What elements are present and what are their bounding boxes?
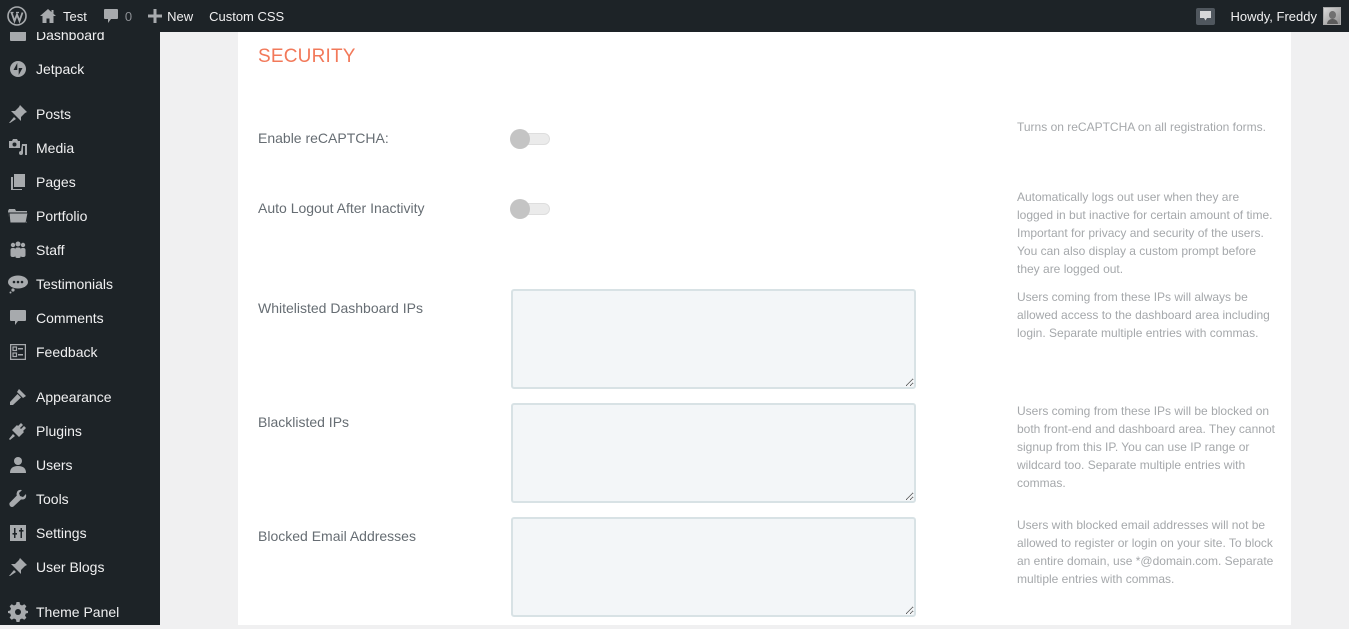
comments-count: 0 <box>124 8 133 24</box>
admin-bar: Test 0 New Custom CSS Howdy, Freddy <box>0 0 1349 32</box>
toggle-knob <box>510 129 530 149</box>
wrench-icon <box>0 489 36 509</box>
sidebar-item-portfolio[interactable]: Portfolio <box>0 199 160 233</box>
pin-icon <box>0 557 36 577</box>
sidebar-item-tools[interactable]: Tools <box>0 482 160 516</box>
jetpack-icon <box>0 60 36 78</box>
folder-icon <box>0 207 36 225</box>
comment-icon <box>0 309 36 327</box>
notifications-button[interactable] <box>1195 7 1215 25</box>
blocked-emails-textarea[interactable] <box>511 517 916 617</box>
sidebar-item-media[interactable]: Media <box>0 131 160 165</box>
new-label: New <box>167 8 194 24</box>
auto-logout-label: Auto Logout After Inactivity <box>258 200 425 216</box>
speech-bubble-icon <box>0 274 36 294</box>
recaptcha-description: Turns on reCAPTCHA on all registration f… <box>1017 120 1266 134</box>
sidebar-item-plugins[interactable]: Plugins <box>0 414 160 448</box>
paintbrush-icon <box>0 387 36 407</box>
sidebar-item-feedback[interactable]: Feedback <box>0 335 160 369</box>
sidebar-item-pages[interactable]: Pages <box>0 165 160 199</box>
new-content-link[interactable]: New <box>140 0 201 32</box>
sidebar-item-users[interactable]: Users <box>0 448 160 482</box>
recaptcha-label: Enable reCAPTCHA: <box>258 130 389 146</box>
staff-icon <box>0 241 36 259</box>
site-name-link[interactable]: Test <box>34 0 95 32</box>
media-icon <box>0 138 36 158</box>
wordpress-menu[interactable] <box>0 0 34 32</box>
sidebar-item-appearance[interactable]: Appearance <box>0 380 160 414</box>
security-panel: SECURITY Enable reCAPTCHA: Turns on reCA… <box>238 32 1291 625</box>
site-name: Test <box>63 8 87 24</box>
home-icon <box>39 8 57 24</box>
pages-icon <box>0 173 36 191</box>
recaptcha-toggle[interactable] <box>510 128 552 150</box>
whitelisted-ips-description: Users coming from these IPs will always … <box>1017 290 1270 340</box>
blocked-emails-description: Users with blocked email addresses will … <box>1017 518 1274 586</box>
user-icon <box>0 456 36 474</box>
comments-link[interactable]: 0 <box>95 0 140 32</box>
blacklisted-ips-description: Users coming from these IPs will be bloc… <box>1017 404 1275 490</box>
plug-icon <box>0 421 36 441</box>
sidebar-item-staff[interactable]: Staff <box>0 233 160 267</box>
my-account-menu[interactable]: Howdy, Freddy <box>1231 7 1349 25</box>
notification-icon <box>1199 9 1211 24</box>
sidebar-item-jetpack[interactable]: Jetpack <box>0 52 160 86</box>
auto-logout-toggle[interactable] <box>510 198 552 220</box>
wordpress-logo-icon <box>7 6 27 26</box>
sidebar-item-theme-panel[interactable]: Theme Panel <box>0 595 160 629</box>
sliders-icon <box>0 525 36 541</box>
sidebar-item-testimonials[interactable]: Testimonials <box>0 267 160 301</box>
pin-icon <box>0 104 36 124</box>
whitelisted-ips-textarea[interactable] <box>511 289 916 389</box>
toggle-knob <box>510 199 530 219</box>
custom-css-label: Custom CSS <box>209 8 285 24</box>
sidebar-item-comments[interactable]: Comments <box>0 301 160 335</box>
howdy-text: Howdy, Freddy <box>1230 8 1317 24</box>
sidebar-item-posts[interactable]: Posts <box>0 97 160 131</box>
sidebar-item-user-blogs[interactable]: User Blogs <box>0 550 160 584</box>
blacklisted-ips-label: Blacklisted IPs <box>258 414 350 430</box>
whitelisted-ips-label: Whitelisted Dashboard IPs <box>258 300 423 316</box>
section-title: SECURITY <box>258 46 356 67</box>
blacklisted-ips-textarea[interactable] <box>511 403 916 503</box>
blocked-emails-label: Blocked Email Addresses <box>258 528 416 544</box>
plus-icon <box>148 9 163 23</box>
custom-css-link[interactable]: Custom CSS <box>201 0 292 32</box>
gear-icon <box>0 602 36 622</box>
admin-menu: Dashboard Jetpack Posts Media Pages Port… <box>0 18 160 629</box>
avatar <box>1323 7 1341 25</box>
sidebar-item-settings[interactable]: Settings <box>0 516 160 550</box>
auto-logout-description: Automatically logs out user when they ar… <box>1017 190 1273 276</box>
comment-icon <box>103 8 119 25</box>
admin-sidebar: Dashboard Jetpack Posts Media Pages Port… <box>0 27 160 625</box>
feedback-icon <box>0 344 36 360</box>
